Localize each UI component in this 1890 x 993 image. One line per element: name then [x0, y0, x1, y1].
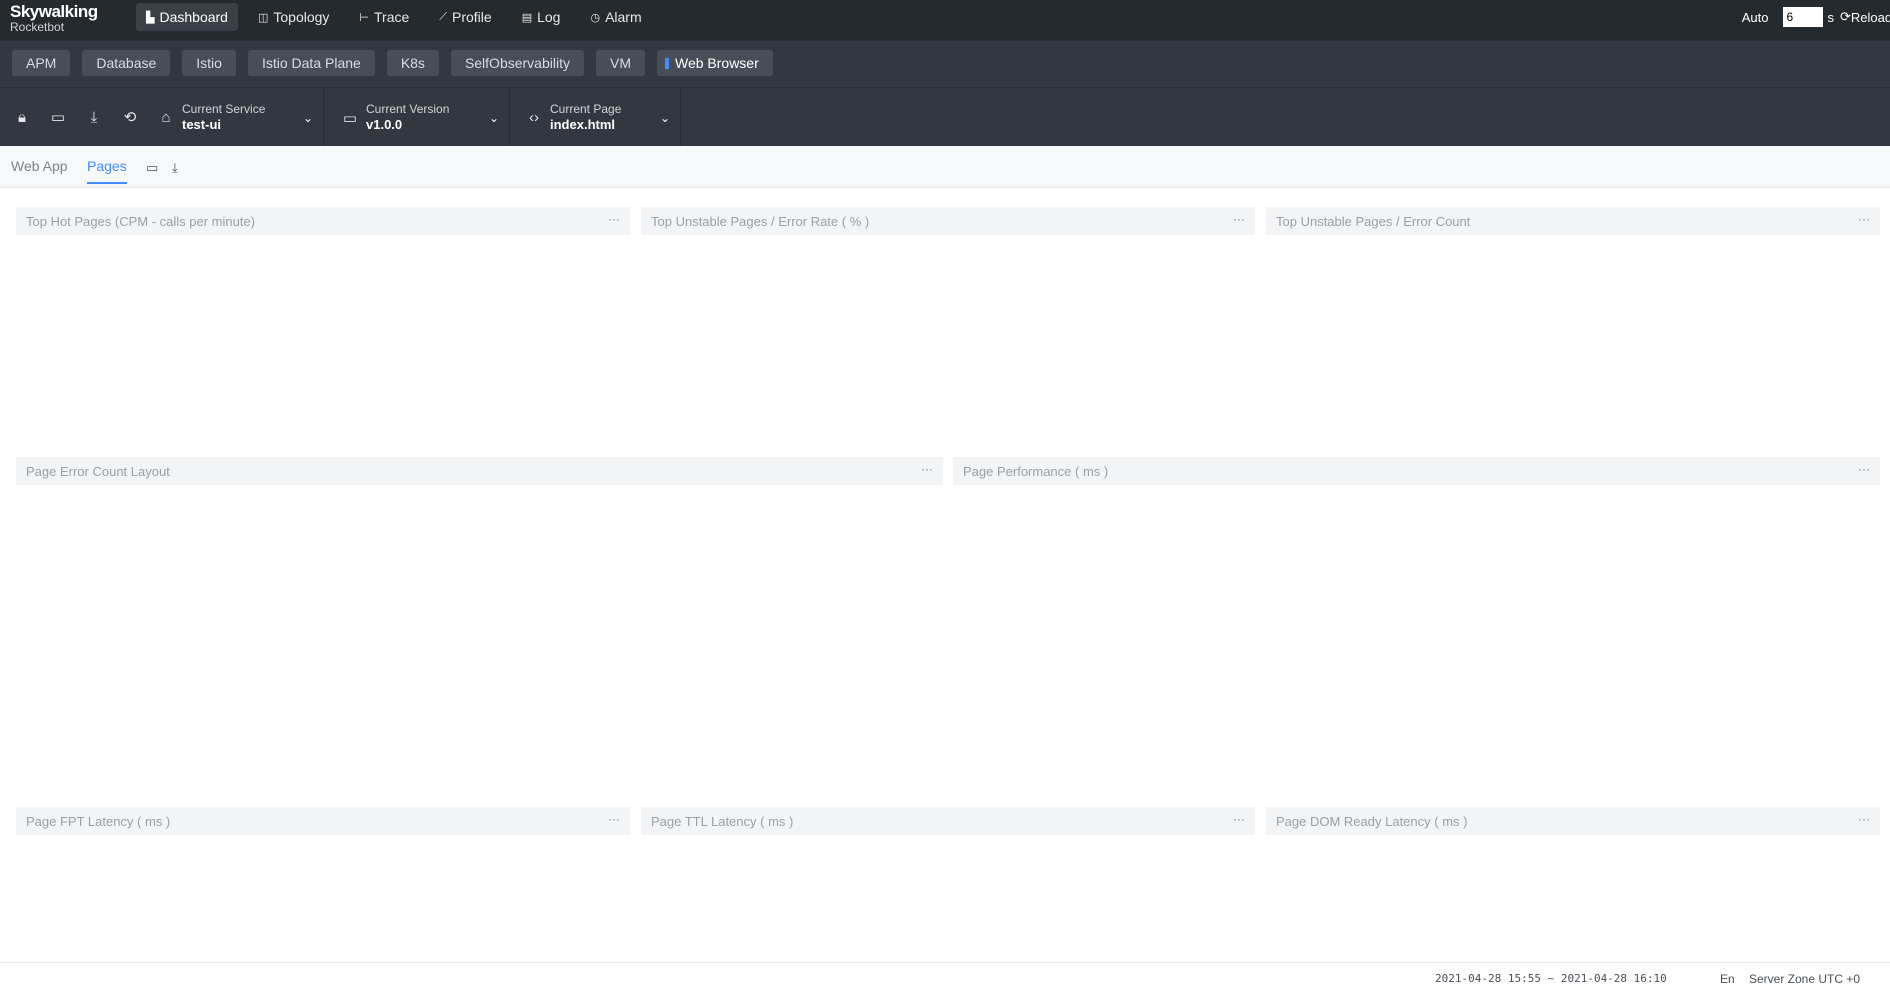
nav-profile[interactable]: ⟋ Profile: [429, 3, 501, 31]
nav-label: Topology: [273, 9, 330, 25]
service-icon: ⌂: [161, 109, 171, 126]
page-selector[interactable]: ‹› Current Page index.html ⌄: [518, 88, 681, 147]
language-switch[interactable]: En: [1720, 972, 1735, 986]
nav-dashboard[interactable]: ▙ Dashboard: [136, 3, 238, 31]
more-icon[interactable]: ···: [1858, 462, 1870, 476]
folder-icon[interactable]: ▭: [146, 160, 158, 176]
nav-label: Alarm: [605, 9, 642, 25]
category-selfobservability[interactable]: SelfObservability: [450, 50, 584, 76]
auto-refresh-toggle[interactable]: Auto: [1742, 10, 1769, 25]
version-selector-label: Current Version: [366, 102, 450, 116]
category-vm[interactable]: VM: [595, 50, 645, 76]
download-icon[interactable]: ⤓: [172, 160, 178, 176]
nav-label: Trace: [374, 9, 410, 25]
chevron-down-icon: ⌄: [302, 110, 314, 125]
reload-button[interactable]: ⟳ Reload: [1840, 9, 1890, 25]
panel-title: Page TTL Latency ( ms ): [651, 813, 794, 829]
panel-page-fpt-latency: Page FPT Latency ( ms ) ···: [16, 807, 630, 835]
category-database[interactable]: Database: [82, 50, 171, 76]
nav-alarm[interactable]: ◷ Alarm: [580, 3, 651, 31]
topology-icon: ◫: [257, 11, 269, 24]
panel-title: Top Unstable Pages / Error Count: [1276, 213, 1471, 229]
toolbar-actions: 🔒︎ ▭ ⤓ ⟲: [4, 107, 148, 127]
version-selector[interactable]: ▭ Current Version v1.0.0 ⌄: [334, 88, 510, 147]
more-icon[interactable]: ···: [608, 812, 620, 826]
chevron-down-icon: ⌄: [488, 110, 500, 125]
page-selector-label: Current Page: [550, 102, 622, 116]
dashboard-icon: ▙: [146, 11, 155, 24]
service-selector-label: Current Service: [182, 102, 266, 116]
active-marker: [664, 57, 669, 69]
panel-title: Page Error Count Layout: [26, 463, 170, 479]
more-icon[interactable]: ···: [1858, 212, 1870, 226]
profile-icon: ⟋: [439, 10, 447, 23]
logo: Skywalking Rocketbot: [10, 3, 98, 34]
dashboard-toolbar: 🔒︎ ▭ ⤓ ⟲ ⌂ Current Service test-ui ⌄ ▭ C…: [0, 87, 1890, 147]
version-selector-value: v1.0.0: [366, 117, 403, 132]
category-apm[interactable]: APM: [12, 50, 71, 76]
more-icon[interactable]: ···: [921, 462, 933, 476]
version-icon: ▭: [342, 109, 358, 127]
service-selector-value: test-ui: [182, 117, 221, 132]
nav-label: Profile: [452, 9, 492, 25]
panel-title: Top Unstable Pages / Error Rate ( % ): [651, 213, 870, 229]
nav-log[interactable]: ▤ Log: [512, 3, 571, 31]
trace-icon: ⊢: [359, 11, 370, 24]
category-istio[interactable]: Istio: [182, 50, 236, 76]
reload-icon: ⟳: [1840, 9, 1851, 24]
server-zone: Server Zone UTC +0: [1749, 972, 1861, 986]
panel-page-error-count-layout: Page Error Count Layout ···: [16, 457, 943, 485]
folder-icon[interactable]: ▭: [40, 107, 76, 127]
time-range-picker[interactable]: 2021-04-28 15:55 ~ 2021-04-28 16:10: [1435, 972, 1667, 985]
panel-unstable-error-rate: Top Unstable Pages / Error Rate ( % ) ··…: [641, 207, 1255, 235]
service-selector-text: Current Service test-ui: [182, 102, 293, 133]
category-istio-data-plane[interactable]: Istio Data Plane: [247, 50, 375, 76]
code-icon: ‹›: [529, 109, 539, 126]
more-icon[interactable]: ···: [1233, 212, 1245, 226]
nav-label: Log: [537, 9, 561, 25]
service-selector[interactable]: ⌂ Current Service test-ui ⌄: [150, 88, 324, 147]
main-nav: ▙ Dashboard ◫ Topology ⊢ Trace ⟋ Profile ▤ Lo…: [136, 3, 662, 31]
refresh-interval-input[interactable]: [1782, 7, 1823, 27]
brand-subtitle: Rocketbot: [10, 20, 65, 34]
nav-label: Dashboard: [159, 9, 228, 25]
panel-top-hot-pages: Top Hot Pages (CPM - calls per minute) ·…: [16, 207, 630, 235]
download-icon[interactable]: ⤓: [76, 107, 112, 127]
panel-page-performance: Page Performance ( ms ) ···: [953, 457, 1880, 485]
dashboard-tabs: Web App Pages ▭ ⤓: [0, 146, 1890, 188]
nav-topology[interactable]: ◫ Topology: [248, 3, 339, 31]
page-selector-value: index.html: [550, 117, 616, 132]
version-selector-text: Current Version v1.0.0: [366, 102, 479, 133]
nav-trace[interactable]: ⊢ Trace: [349, 3, 419, 31]
panel-unstable-error-count: Top Unstable Pages / Error Count ···: [1266, 207, 1880, 235]
category-web-browser[interactable]: Web Browser: [656, 50, 773, 76]
more-icon[interactable]: ···: [1233, 812, 1245, 826]
chevron-down-icon: ⌄: [659, 110, 671, 125]
alarm-icon: ◷: [590, 11, 601, 24]
more-icon[interactable]: ···: [608, 212, 620, 226]
refresh-controls: Auto s ⟳Reload: [1742, 7, 1890, 27]
category-k8s[interactable]: K8s: [386, 50, 439, 76]
brand-name: Skywalking: [10, 2, 98, 21]
category-tabs: APM Database Istio Istio Data Plane K8s …: [12, 50, 785, 76]
panel-page-ttl-latency: Page TTL Latency ( ms ) ···: [641, 807, 1255, 835]
panel-page-dom-ready-latency: Page DOM Ready Latency ( ms ) ···: [1266, 807, 1880, 835]
category-bar: APM Database Istio Istio Data Plane K8s …: [0, 40, 1890, 87]
category-label: Web Browser: [674, 55, 759, 71]
footer-bar: 2021-04-28 15:55 ~ 2021-04-28 16:10 En S…: [0, 962, 1890, 993]
lock-icon[interactable]: 🔒︎: [4, 107, 40, 127]
interval-unit: s: [1827, 9, 1835, 25]
panel-title: Page FPT Latency ( ms ): [26, 813, 171, 829]
page-selector-text: Current Page index.html: [550, 102, 650, 133]
log-icon: ▤: [521, 11, 533, 24]
panel-title: Page Performance ( ms ): [963, 463, 1109, 479]
reload-label: Reload: [1850, 9, 1890, 25]
tab-web-app[interactable]: Web App: [11, 158, 68, 174]
refresh-icon[interactable]: ⟲: [112, 107, 148, 127]
panel-title: Page DOM Ready Latency ( ms ): [1276, 813, 1468, 829]
top-bar: Skywalking Rocketbot ▙ Dashboard ◫ Topolog…: [0, 0, 1890, 40]
panel-title: Top Hot Pages (CPM - calls per minute): [26, 213, 256, 229]
more-icon[interactable]: ···: [1858, 812, 1870, 826]
tab-pages[interactable]: Pages: [87, 158, 127, 184]
